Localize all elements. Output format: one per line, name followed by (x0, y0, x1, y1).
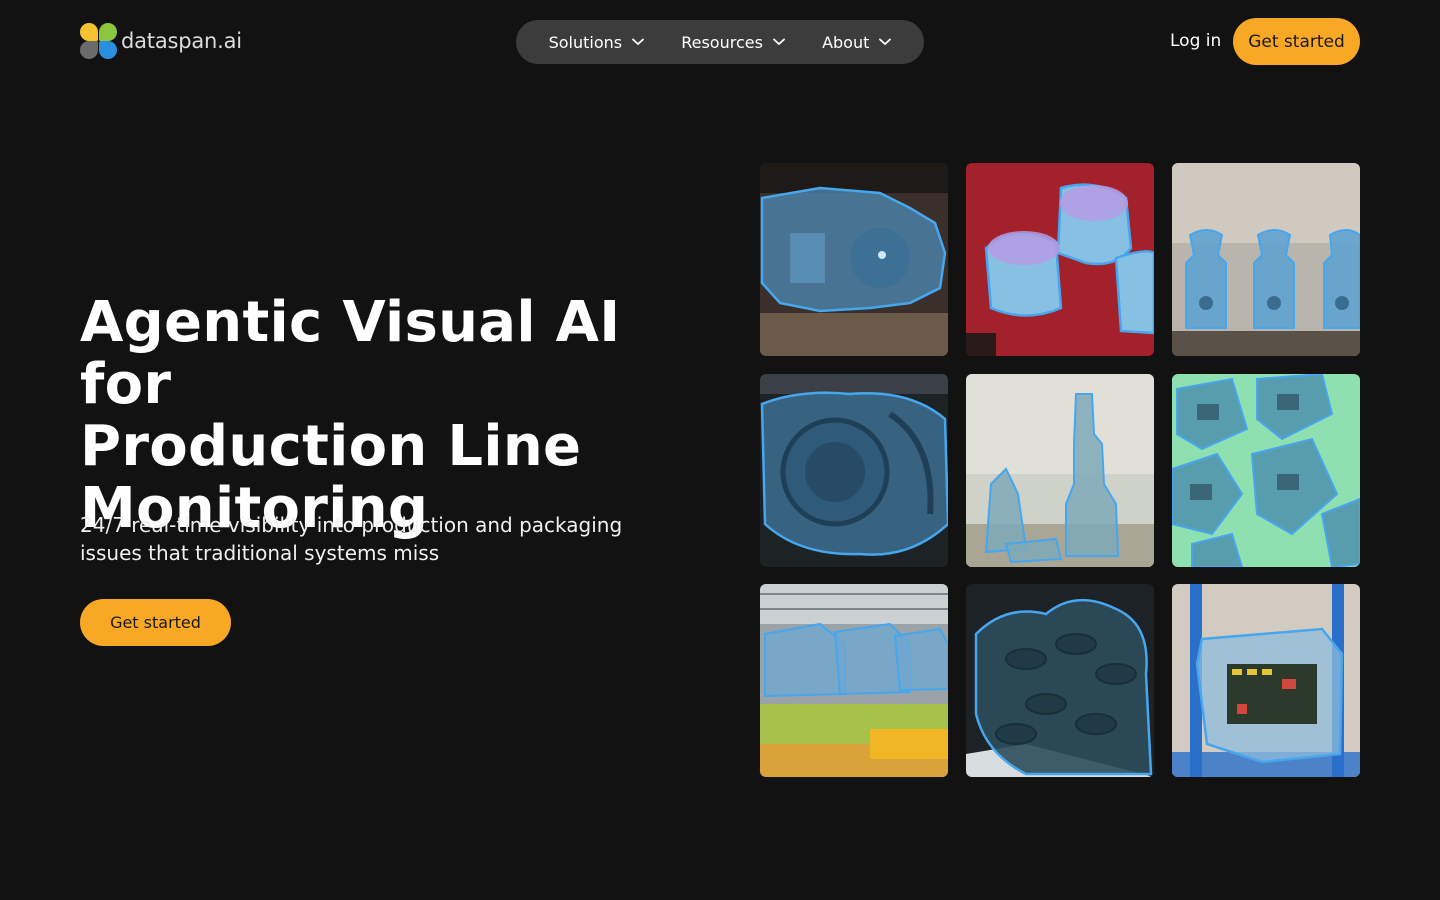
hero-title: Agentic Visual AI for Production Line Mo… (80, 292, 720, 540)
chevron-down-icon (879, 38, 892, 46)
nav-item-solutions[interactable]: Solutions (549, 33, 645, 52)
chevron-down-icon (773, 38, 785, 46)
nav-label: About (822, 32, 870, 52)
nav-label: Resources (681, 32, 763, 52)
brand-name: dataspan.ai (121, 29, 242, 53)
tile-car-assembly (760, 584, 948, 777)
get-started-button-header[interactable]: Get started (1233, 18, 1360, 65)
tile-train-bogie (760, 163, 948, 356)
tile-mechanical-modules (1172, 373, 1360, 567)
nav-item-about[interactable]: About (822, 32, 892, 52)
site-header: dataspan.ai Solutions Resources About Lo… (80, 18, 1360, 65)
main-nav: Solutions Resources About (516, 20, 924, 64)
get-started-button-hero[interactable]: Get started (80, 599, 231, 646)
tile-spindle-gear (966, 373, 1154, 567)
login-link[interactable]: Log in (1170, 31, 1221, 51)
brand-logo[interactable]: dataspan.ai (80, 23, 242, 59)
tile-capacitors (966, 163, 1154, 356)
nav-item-resources[interactable]: Resources (681, 33, 785, 52)
hero-title-line: Agentic Visual AI for (80, 290, 621, 417)
nav-label: Solutions (548, 32, 623, 52)
hero-subtitle: 24/7 real-time visibility into productio… (80, 513, 623, 565)
tile-tire (760, 373, 948, 567)
hero-title-line: Production Line (80, 414, 582, 479)
tile-machine-parts (1172, 163, 1360, 356)
logo-mark-icon (80, 23, 117, 59)
segmentation-gallery (760, 163, 1360, 777)
tile-electronics-board (1172, 584, 1360, 777)
tile-rubber-gears (966, 584, 1154, 777)
chevron-down-icon (632, 38, 644, 46)
